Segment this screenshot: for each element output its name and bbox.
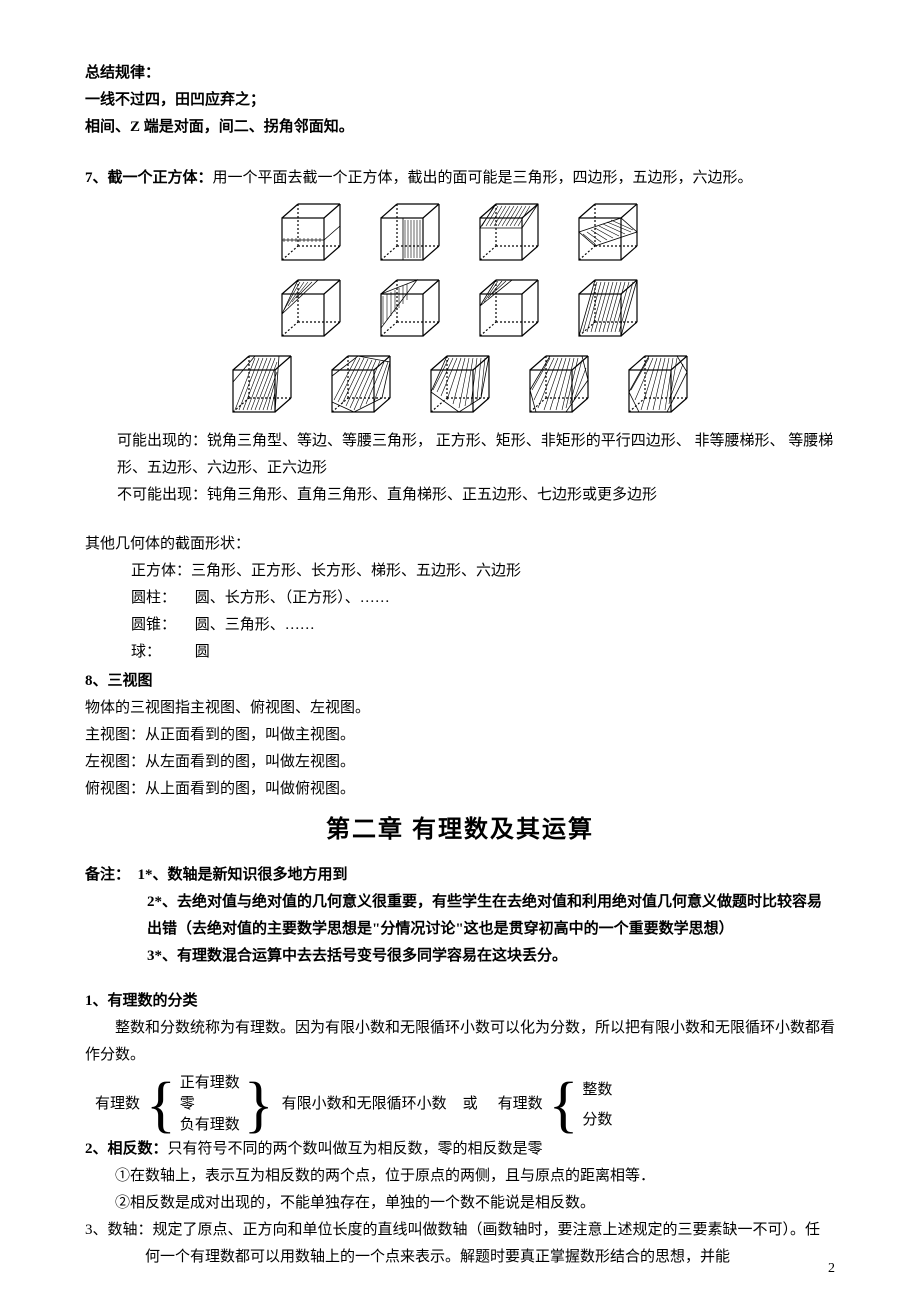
bracket-left-label: 有理数: [95, 1091, 140, 1118]
cube-figure-6: [373, 276, 448, 344]
impossible-body: 钝角三角形、直角三角形、直角梯形、正五边形、七边形或更多边形: [207, 487, 657, 503]
cube-figure-8: [571, 276, 646, 344]
other-shapes-title: 其他几何体的截面形状：: [85, 531, 835, 558]
item2: 2、相反数：只有符号不同的两个数叫做互为相反数，零的相反数是零: [85, 1136, 835, 1163]
bracket-mid-text: 有限小数和无限循环小数: [282, 1091, 447, 1118]
cube-figure-5: [274, 276, 349, 344]
item1-body: 整数和分数统称为有理数。因为有限小数和无限循环小数可以化为分数，所以把有限小数和…: [85, 1015, 835, 1069]
bracket-right-label: 有理数: [498, 1091, 543, 1118]
cube-figures: [85, 200, 835, 420]
section7-title: 截一个正方体：: [108, 170, 213, 186]
section8: 8、三视图: [85, 668, 835, 695]
chapter2-title: 第二章 有理数及其运算: [85, 809, 835, 852]
left-item-1: 零: [180, 1094, 240, 1115]
left-item-2: 负有理数: [180, 1115, 240, 1136]
classification-brackets: 有理数 { 正有理数 零 负有理数 } 有限小数和无限循环小数 或 有理数 { …: [95, 1073, 835, 1136]
summary-label: 总结规律：: [85, 60, 835, 87]
cube-figure-3: [472, 200, 547, 268]
notes: 备注： 1*、数轴是新知识很多地方用到 2*、去绝对值与绝对值的几何意义很重要，…: [85, 862, 835, 970]
shape-row-2: 圆锥： 圆、三角形、……: [85, 612, 835, 639]
shape-row-1: 圆柱： 圆、长方形、（正方形）、……: [85, 585, 835, 612]
cube-figure-13: [621, 352, 696, 420]
impossible-line: 不可能出现：钝角三角形、直角三角形、直角梯形、正五边形、七边形或更多边形: [85, 482, 835, 509]
section7-body: 用一个平面去截一个正方体，截出的面可能是三角形，四边形，五边形，六边形。: [213, 170, 753, 186]
cube-figure-10: [324, 352, 399, 420]
possible-body: 锐角三角型、等边、等腰三角形， 正方形、矩形、非矩形的平行四边形、 非等腰梯形、…: [117, 433, 833, 476]
item1: 1、有理数的分类: [85, 988, 835, 1015]
section8-line-1: 主视图：从正面看到的图，叫做主视图。: [85, 722, 835, 749]
cube-figure-4: [571, 200, 646, 268]
section8-line-0: 物体的三视图指主视图、俯视图、左视图。: [85, 695, 835, 722]
cube-figure-12: [522, 352, 597, 420]
page-number: 2: [828, 1256, 835, 1281]
possible-line: 可能出现的：锐角三角型、等边、等腰三角形， 正方形、矩形、非矩形的平行四边形、 …: [85, 428, 835, 482]
possible-label: 可能出现的：: [117, 433, 207, 449]
cube-figure-1: [274, 200, 349, 268]
section8-line-3: 俯视图：从上面看到的图，叫做俯视图。: [85, 776, 835, 803]
section7-num: 7、: [85, 170, 108, 186]
rule-line-1: 一线不过四，田凹应弃之；: [85, 87, 835, 114]
item3: 3、数轴：规定了原点、正方向和单位长度的直线叫做数轴（画数轴时，要注意上述规定的…: [85, 1217, 835, 1271]
brace-right-icon: }: [244, 1076, 274, 1134]
right-item-1: 分数: [582, 1105, 612, 1135]
shape-row-3: 球： 圆: [85, 639, 835, 666]
note-3: 3*、有理数混合运算中去去括号变号很多同学容易在这块丢分。: [85, 943, 835, 970]
note-1: 备注： 1*、数轴是新知识很多地方用到: [85, 862, 835, 889]
left-item-0: 正有理数: [180, 1073, 240, 1094]
brace-left-icon: {: [146, 1076, 176, 1134]
item2-sub1: ①在数轴上，表示互为相反数的两个点，位于原点的两侧，且与原点的距离相等．: [85, 1163, 835, 1190]
cube-figure-11: [423, 352, 498, 420]
shape-row-0: 正方体：三角形、正方形、长方形、梯形、五边形、六边形: [85, 558, 835, 585]
or-text: 或: [463, 1091, 478, 1118]
item2-sub2: ②相反数是成对出现的，不能单独存在，单独的一个数不能说是相反数。: [85, 1190, 835, 1217]
cube-figure-2: [373, 200, 448, 268]
section7: 7、截一个正方体：用一个平面去截一个正方体，截出的面可能是三角形，四边形，五边形…: [85, 165, 835, 192]
brace-left-icon-2: {: [549, 1076, 579, 1134]
note-2: 2*、去绝对值与绝对值的几何意义很重要，有些学生在去绝对值和利用绝对值几何意义做…: [85, 889, 835, 943]
impossible-label: 不可能出现：: [117, 487, 207, 503]
cube-figure-9: [225, 352, 300, 420]
cube-figure-7: [472, 276, 547, 344]
section8-line-2: 左视图：从左面看到的图，叫做左视图。: [85, 749, 835, 776]
rule-line-2: 相间、Z 端是对面，间二、拐角邻面知。: [85, 114, 835, 141]
right-item-0: 整数: [582, 1075, 612, 1105]
